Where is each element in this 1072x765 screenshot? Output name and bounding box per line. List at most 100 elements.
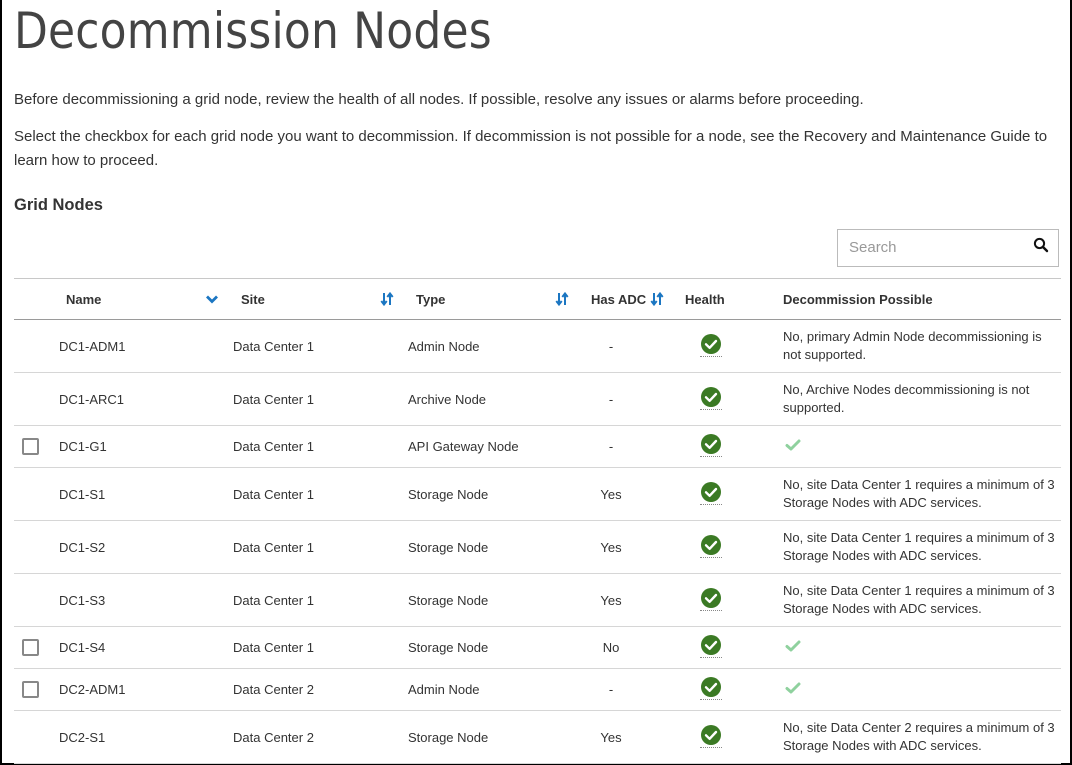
select-cell bbox=[14, 425, 58, 468]
health-status[interactable] bbox=[700, 433, 722, 457]
table-row: DC2-S1 Data Center 2 Storage Node Yes No… bbox=[14, 710, 1061, 764]
cell-type: Storage Node bbox=[408, 592, 489, 608]
node-type: Admin Node bbox=[408, 319, 583, 373]
node-has-adc: Yes bbox=[583, 520, 684, 574]
check-circle-icon bbox=[701, 587, 721, 608]
cell-has-adc: Yes bbox=[600, 486, 622, 502]
header-site[interactable]: Site bbox=[233, 278, 408, 320]
node-health bbox=[684, 573, 783, 627]
node-type: Storage Node bbox=[408, 573, 583, 627]
node-name: DC1-S2 bbox=[58, 520, 233, 574]
check-circle-icon bbox=[701, 481, 721, 502]
node-health bbox=[684, 520, 783, 574]
cell-has-adc: Yes bbox=[600, 729, 622, 745]
select-cell bbox=[14, 520, 58, 574]
search-icon[interactable] bbox=[1033, 237, 1049, 253]
node-decommission-possible: No, site Data Center 1 requires a minimu… bbox=[783, 573, 1061, 627]
table-header-row: Name Site Type Has ADC Health Decommissi… bbox=[14, 278, 1061, 320]
check-circle-icon bbox=[701, 333, 721, 354]
cell-name: DC1-G1 bbox=[59, 439, 107, 454]
cell-has-adc: No bbox=[602, 640, 620, 655]
sort-arrows-icon[interactable] bbox=[555, 292, 569, 306]
health-status[interactable] bbox=[700, 481, 722, 505]
node-site: Data Center 1 bbox=[233, 467, 408, 521]
cell-name: DC1-ARC1 bbox=[59, 391, 125, 407]
search-box[interactable] bbox=[837, 229, 1059, 267]
node-site: Data Center 1 bbox=[233, 520, 408, 574]
node-name: DC1-ADM1 bbox=[58, 319, 233, 373]
node-type: Storage Node bbox=[408, 710, 583, 764]
node-decommission-possible: No, site Data Center 2 requires a minimu… bbox=[783, 710, 1061, 764]
node-site: Data Center 1 bbox=[233, 425, 408, 468]
node-health bbox=[684, 319, 783, 373]
cell-site: Data Center 1 bbox=[233, 439, 314, 454]
header-type[interactable]: Type bbox=[408, 278, 583, 320]
health-status[interactable] bbox=[700, 634, 722, 658]
header-type-label: Type bbox=[416, 291, 446, 307]
node-type: Archive Node bbox=[408, 372, 583, 426]
node-type: Storage Node bbox=[408, 467, 583, 521]
node-type: Admin Node bbox=[408, 668, 583, 711]
tooltip-underline bbox=[700, 657, 722, 658]
row-checkbox[interactable] bbox=[22, 681, 39, 699]
decommission-reason: No, site Data Center 1 requires a minimu… bbox=[783, 530, 1055, 563]
node-has-adc: - bbox=[583, 319, 684, 373]
cell-has-adc: - bbox=[608, 338, 614, 354]
cell-name: DC2-S1 bbox=[59, 729, 106, 745]
header-decommission-possible-label: Decommission Possible bbox=[783, 291, 933, 307]
health-status[interactable] bbox=[700, 333, 722, 357]
table-row: DC1-S1 Data Center 1 Storage Node Yes No… bbox=[14, 467, 1061, 521]
sort-arrows-icon[interactable] bbox=[380, 292, 394, 306]
node-has-adc: - bbox=[583, 372, 684, 426]
decommission-reason: No, site Data Center 1 requires a minimu… bbox=[783, 477, 1055, 510]
health-status[interactable] bbox=[700, 386, 722, 410]
header-name-label: Name bbox=[66, 291, 102, 307]
cell-type: Storage Node bbox=[408, 640, 489, 655]
health-status[interactable] bbox=[700, 587, 722, 611]
node-has-adc: Yes bbox=[583, 573, 684, 627]
row-checkbox[interactable] bbox=[22, 438, 39, 456]
node-has-adc: - bbox=[583, 425, 684, 468]
decommission-reason: No, site Data Center 1 requires a minimu… bbox=[783, 583, 1055, 616]
header-name[interactable]: Name bbox=[58, 278, 233, 320]
node-decommission-possible: No, Archive Nodes decommissioning is not… bbox=[783, 372, 1061, 426]
node-health bbox=[684, 626, 783, 669]
cell-site: Data Center 1 bbox=[233, 338, 314, 354]
table-row: DC2-ADM1 Data Center 2 Admin Node - bbox=[14, 668, 1061, 711]
table-row: DC1-S2 Data Center 1 Storage Node Yes No… bbox=[14, 520, 1061, 574]
health-status[interactable] bbox=[700, 724, 722, 748]
sort-arrows-icon[interactable] bbox=[650, 292, 664, 306]
node-has-adc: Yes bbox=[583, 467, 684, 521]
cell-type: Admin Node bbox=[408, 682, 480, 697]
cell-type: Storage Node bbox=[408, 486, 489, 502]
row-checkbox[interactable] bbox=[22, 639, 39, 657]
node-health bbox=[684, 372, 783, 426]
cell-site: Data Center 2 bbox=[233, 682, 314, 697]
cell-name: DC1-S2 bbox=[59, 539, 106, 555]
page-title: Decommission Nodes bbox=[14, 2, 492, 60]
node-type: API Gateway Node bbox=[408, 425, 583, 468]
node-health bbox=[684, 467, 783, 521]
node-has-adc: - bbox=[583, 668, 684, 711]
health-status[interactable] bbox=[700, 676, 722, 700]
select-cell bbox=[14, 467, 58, 521]
cell-name: DC1-ADM1 bbox=[59, 338, 126, 354]
decommission-reason: No, site Data Center 2 requires a minimu… bbox=[783, 720, 1055, 753]
node-name: DC2-ADM1 bbox=[58, 668, 233, 711]
header-has-adc[interactable]: Has ADC bbox=[583, 278, 684, 320]
cell-site: Data Center 1 bbox=[233, 592, 314, 608]
node-decommission-possible: No, site Data Center 1 requires a minimu… bbox=[783, 467, 1061, 521]
select-cell bbox=[14, 668, 58, 711]
tooltip-underline bbox=[700, 408, 722, 410]
header-site-label: Site bbox=[241, 291, 265, 307]
search-input[interactable] bbox=[849, 239, 1029, 256]
check-circle-icon bbox=[701, 677, 721, 697]
grid-nodes-table: Name Site Type Has ADC Health Decommissi… bbox=[14, 278, 1061, 764]
health-status[interactable] bbox=[700, 534, 722, 558]
chevron-down-icon[interactable] bbox=[205, 292, 219, 306]
node-decommission-possible: No, site Data Center 1 requires a minimu… bbox=[783, 520, 1061, 574]
intro-text-health: Before decommissioning a grid node, revi… bbox=[14, 91, 864, 108]
cell-name: DC1-S1 bbox=[59, 486, 106, 502]
cell-site: Data Center 1 bbox=[233, 640, 314, 655]
cell-has-adc: Yes bbox=[600, 592, 622, 608]
